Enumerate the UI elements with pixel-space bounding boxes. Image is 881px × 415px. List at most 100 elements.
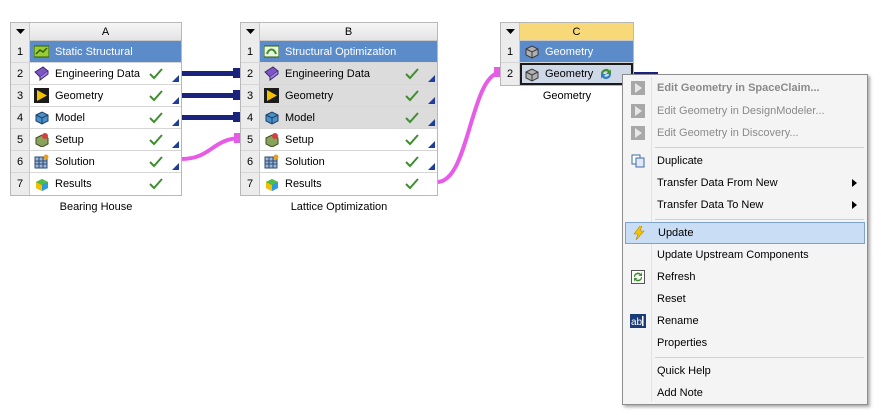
menu-item-label: Reset [657, 293, 686, 305]
menu-item-label: Transfer Data To New [657, 199, 764, 211]
menu-item-label: Properties [657, 337, 708, 349]
duplicate-icon [631, 154, 645, 168]
context-menu: Edit Geometry in SpaceClaim... Edit Geom… [622, 74, 868, 405]
menu-item-edit-spaceclaim[interactable]: Edit Geometry in SpaceClaim... [625, 77, 865, 99]
system-a-row-3[interactable]: 3 Geometry [11, 85, 181, 107]
system-c-menu-arrow[interactable] [501, 23, 520, 41]
system-b-row-6[interactable]: 6 Solution [241, 151, 437, 173]
menu-separator [655, 219, 864, 220]
cell-label: Engineering Data [285, 67, 371, 80]
check-icon [405, 67, 419, 79]
system-c-caption[interactable]: Geometry [500, 90, 634, 102]
geometry-icon [264, 88, 279, 103]
chevron-down-icon [15, 29, 25, 34]
check-icon [149, 111, 163, 123]
cell-label: Structural Optimization [285, 45, 397, 58]
cell-label: Geometry [545, 68, 594, 80]
status-triangle-icon [172, 141, 179, 148]
menu-item-edit-discovery[interactable]: Edit Geometry in Discovery... [625, 122, 865, 144]
geometry-box-icon [525, 67, 539, 82]
system-a-row-7[interactable]: 7 Results [11, 173, 181, 195]
menu-item-duplicate[interactable]: Duplicate [625, 150, 865, 172]
cell-label: Solution [285, 155, 325, 168]
menu-item-update[interactable]: Update [625, 222, 865, 244]
system-b-menu-arrow[interactable] [241, 23, 260, 41]
menu-item-quick-help[interactable]: Quick Help [625, 360, 865, 382]
status-triangle-icon [172, 97, 179, 104]
system-a-row-2[interactable]: 2 Engineering Data [11, 63, 181, 85]
system-b-row-1[interactable]: 1 Structural Optimization [241, 41, 437, 63]
menu-item-label: Edit Geometry in DesignModeler... [657, 105, 825, 117]
chevron-down-icon [505, 29, 515, 34]
system-c[interactable]: C 1 Geometry 2 Geometry [500, 22, 634, 86]
lightning-icon [633, 226, 645, 240]
cell-label: Static Structural [55, 45, 133, 58]
cell-label: Setup [285, 133, 314, 146]
cell-label: Model [285, 111, 315, 124]
menu-item-reset[interactable]: Reset [625, 288, 865, 310]
system-a-row-6[interactable]: 6 Solution [11, 151, 181, 173]
menu-item-transfer-from-new[interactable]: Transfer Data From New [625, 172, 865, 194]
system-a-caption[interactable]: Bearing House [10, 201, 182, 213]
system-a[interactable]: A 1 Static Structural 2 Engineering Data… [10, 22, 182, 196]
menu-item-label: Quick Help [657, 365, 711, 377]
menu-item-edit-designmodeler[interactable]: Edit Geometry in DesignModeler... [625, 100, 865, 122]
cell-label: Solution [55, 155, 95, 168]
results-icon [266, 178, 278, 191]
model-icon [265, 111, 279, 125]
system-c-header: C [501, 23, 633, 41]
check-icon [149, 89, 163, 101]
menu-item-rename[interactable]: ab Rename [625, 310, 865, 332]
cell-label: Engineering Data [55, 67, 141, 80]
refresh-required-icon [601, 69, 611, 79]
menu-item-label: Update [658, 227, 694, 239]
menu-separator [655, 357, 864, 358]
chevron-down-icon [245, 29, 255, 34]
system-a-row-5[interactable]: 5 Setup [11, 129, 181, 151]
system-b[interactable]: B 1 Structural Optimization 2 Engineerin… [240, 22, 438, 196]
row-number: 5 [241, 129, 260, 150]
setup-icon [265, 133, 279, 147]
cell-label: Geometry [55, 89, 104, 102]
structural-optimization-icon [264, 45, 279, 58]
check-icon [405, 111, 419, 123]
engineering-data-icon [264, 66, 279, 81]
status-triangle-icon [428, 119, 435, 126]
system-b-row-2[interactable]: 2 Engineering Data [241, 63, 437, 85]
menu-item-label: Edit Geometry in SpaceClaim... [657, 82, 820, 94]
row-number: 3 [241, 85, 260, 106]
system-c-row-2[interactable]: 2 Geometry [501, 63, 633, 85]
system-a-row-4[interactable]: 4 Model [11, 107, 181, 129]
system-b-row-5[interactable]: 5 Setup [241, 129, 437, 151]
menu-item-transfer-to-new[interactable]: Transfer Data To New [625, 194, 865, 216]
check-icon [405, 89, 419, 101]
menu-item-properties[interactable]: Properties [625, 332, 865, 354]
setup-icon [35, 133, 49, 147]
system-b-caption[interactable]: Lattice Optimization [240, 201, 438, 213]
system-c-row-1[interactable]: 1 Geometry [501, 41, 633, 63]
system-a-row-1[interactable]: 1 Static Structural [11, 41, 181, 63]
row-number: 1 [11, 41, 30, 62]
system-b-header: B [241, 23, 437, 41]
system-b-row-7[interactable]: 7 Results [241, 173, 437, 195]
menu-item-label: Update Upstream Components [657, 249, 809, 261]
system-b-row-3[interactable]: 3 Geometry [241, 85, 437, 107]
row-number: 2 [501, 63, 520, 85]
menu-item-update-upstream[interactable]: Update Upstream Components [625, 244, 865, 266]
status-triangle-icon [428, 97, 435, 104]
status-triangle-icon [172, 119, 179, 126]
row-number: 6 [241, 151, 260, 172]
menu-item-label: Edit Geometry in Discovery... [657, 127, 799, 139]
status-triangle-icon [172, 163, 179, 170]
engineering-data-icon [34, 66, 49, 81]
row-number: 4 [11, 107, 30, 128]
play-icon [631, 104, 645, 118]
system-b-row-4[interactable]: 4 Model [241, 107, 437, 129]
play-icon [631, 126, 645, 140]
system-a-menu-arrow[interactable] [11, 23, 30, 41]
menu-item-refresh[interactable]: Refresh [625, 266, 865, 288]
row-number: 3 [11, 85, 30, 106]
refresh-icon [631, 270, 645, 284]
row-number: 7 [241, 173, 260, 195]
menu-item-add-note[interactable]: Add Note [625, 382, 865, 404]
